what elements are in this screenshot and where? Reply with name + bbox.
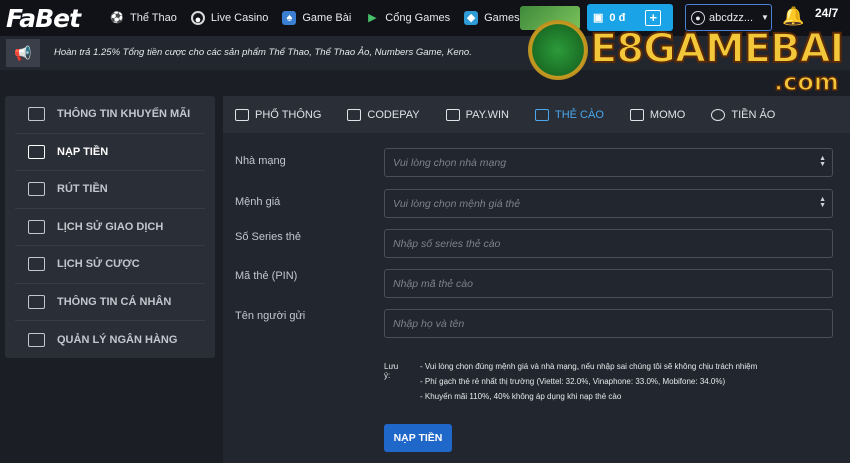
codepay-icon [347, 108, 362, 121]
card-value-select[interactable]: Vui lòng chọn mệnh giá thẻ ▲ ▼ [384, 189, 833, 218]
tab-paywin[interactable]: Pay.Win [445, 108, 509, 121]
nav-live-casino[interactable]: ● Live Casino [190, 11, 268, 26]
tab-standard[interactable]: Phổ thông [235, 108, 321, 121]
dice-icon: ◆ [464, 11, 479, 25]
site-logo[interactable]: FaBet [6, 4, 81, 33]
watermark-text: E8GAMEBAI [589, 25, 845, 73]
nav-card-games[interactable]: ♠ Game Bài [282, 11, 351, 25]
carrier-label: Nhà mạng [235, 155, 286, 167]
transaction-history-icon [28, 219, 45, 234]
select-arrows-icon: ▲ ▼ [819, 196, 826, 209]
payment-tabs: Phổ thông CodePay Pay.Win Thẻ cào MoMo T… [223, 96, 850, 133]
pin-input[interactable]: Nhập mã thẻ cào [384, 269, 833, 298]
cards-icon: ♠ [282, 11, 297, 25]
pin-label: Mã thẻ (PIN) [235, 270, 298, 282]
casino-chip-icon: ● [190, 11, 205, 26]
select-arrows-icon: ▲ ▼ [819, 155, 826, 168]
account-sidebar: Thông tin khuyến mãi Nạp tiền Rút tiền L… [5, 96, 215, 358]
sidebar-item-bet-history[interactable]: Lịch sử cược [15, 246, 205, 284]
tab-crypto[interactable]: Tiền ảo [711, 108, 775, 121]
watermark-suffix: .com [773, 67, 839, 97]
momo-icon [629, 108, 644, 121]
tab-scratch-card[interactable]: Thẻ cào [535, 108, 604, 121]
note-line: - Khuyến mãi 110%, 40% không áp dụng khi… [420, 392, 622, 401]
sidebar-item-promotions[interactable]: Thông tin khuyến mãi [15, 96, 205, 134]
sidebar-item-profile[interactable]: Thông tin cá nhân [15, 284, 205, 321]
note-line: - Vui lòng chọn đúng mệnh giá và nhà mạn… [420, 362, 758, 371]
paywin-icon [445, 108, 460, 121]
serial-label: Số Series thẻ [235, 231, 302, 243]
soccer-ball-icon: ⚽ [110, 12, 124, 24]
watermark-logo: E8GAMEBAI .com [528, 20, 848, 100]
casino-chip-logo-icon [528, 20, 588, 80]
sidebar-item-withdraw[interactable]: Rút tiền [15, 171, 205, 209]
nav-sports[interactable]: ⚽ Thể Thao [110, 11, 177, 25]
main-nav: ⚽ Thể Thao ● Live Casino ♠ Game Bài ▶ Cổ… [110, 0, 555, 36]
serial-input[interactable]: Nhập số series thẻ cào [384, 229, 833, 258]
tab-momo[interactable]: MoMo [629, 108, 685, 121]
nav-game-portal[interactable]: ▶ Cổng Games [365, 11, 450, 25]
deposit-panel: Phổ thông CodePay Pay.Win Thẻ cào MoMo T… [223, 96, 850, 463]
wallet-icon [28, 107, 45, 122]
note-line: - Phí gạch thẻ rẻ nhất thị trường (Viett… [420, 377, 726, 386]
value-label: Mệnh giá [235, 196, 281, 208]
deposit-icon [28, 144, 45, 159]
sidebar-item-transaction-history[interactable]: Lịch sử giao dịch [15, 209, 205, 246]
withdraw-icon [28, 182, 45, 197]
sender-label: Tên người gửi [235, 310, 306, 322]
user-icon [28, 294, 45, 309]
notice-text: Hoàn trả 1.25% Tổng tiền cược cho các sả… [54, 47, 472, 58]
bank-card-icon [28, 332, 45, 347]
megaphone-icon: 📢 [6, 39, 40, 67]
sidebar-item-bank-management[interactable]: Quản lý ngân hàng [15, 321, 205, 359]
sender-name-input[interactable]: Nhập họ và tên [384, 309, 833, 338]
card-icon [535, 108, 549, 121]
bank-icon [235, 108, 249, 121]
gamepad-icon: ▶ [368, 12, 377, 24]
note-label: Lưu ý: [384, 362, 399, 380]
bitcoin-icon [711, 108, 726, 121]
sidebar-item-deposit[interactable]: Nạp tiền [15, 134, 205, 171]
bet-history-icon [28, 257, 45, 272]
deposit-submit-button[interactable]: NẠP TIỀN [384, 424, 452, 452]
carrier-select[interactable]: Vui lòng chọn nhà mạng ▲ ▼ [384, 148, 833, 177]
support-247[interactable]: 24/7 [815, 6, 838, 20]
tab-codepay[interactable]: CodePay [347, 108, 420, 121]
